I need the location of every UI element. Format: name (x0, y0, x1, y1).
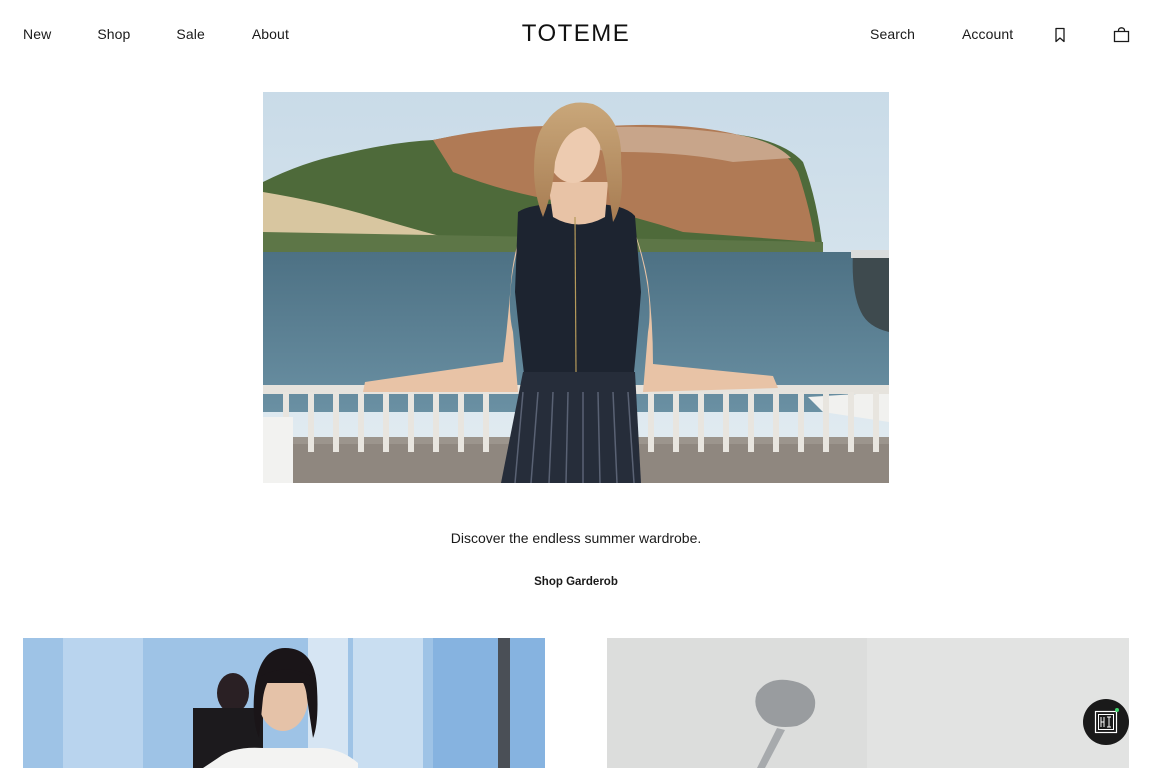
brand-logo[interactable]: TOTEME (522, 20, 631, 47)
online-status-dot (1115, 708, 1119, 712)
nav-about-link[interactable]: About (252, 26, 289, 42)
hero-caption: Discover the endless summer wardrobe. (0, 530, 1152, 546)
hero-video[interactable] (263, 92, 889, 483)
site-header: New Shop Sale About TOTEME Search Accoun… (0, 0, 1152, 72)
editorial-tile-left[interactable] (23, 638, 545, 768)
hero-image (263, 92, 889, 483)
nav-sale-link[interactable]: Sale (176, 26, 204, 42)
chat-widget-button[interactable] (1083, 699, 1129, 745)
editorial-tile-right[interactable] (607, 638, 1129, 768)
model-portrait-image (23, 638, 545, 768)
chat-logo-icon (1094, 710, 1118, 734)
shopping-bag-icon[interactable] (1113, 27, 1130, 43)
hero-caption-text: Discover the endless summer wardrobe. (450, 530, 702, 546)
hero-cta-wrapper: Shop Garderob (0, 576, 1152, 588)
bookmark-icon[interactable] (1054, 27, 1066, 43)
nav-shop-link[interactable]: Shop (97, 26, 130, 42)
abstract-shadow-image (607, 638, 1129, 768)
utility-nav: Search Account (870, 26, 1013, 42)
primary-nav: New Shop Sale About (23, 26, 289, 42)
account-link[interactable]: Account (962, 26, 1013, 42)
search-link[interactable]: Search (870, 26, 915, 42)
shop-garderob-link[interactable]: Shop Garderob (534, 576, 618, 588)
nav-new-link[interactable]: New (23, 26, 51, 42)
